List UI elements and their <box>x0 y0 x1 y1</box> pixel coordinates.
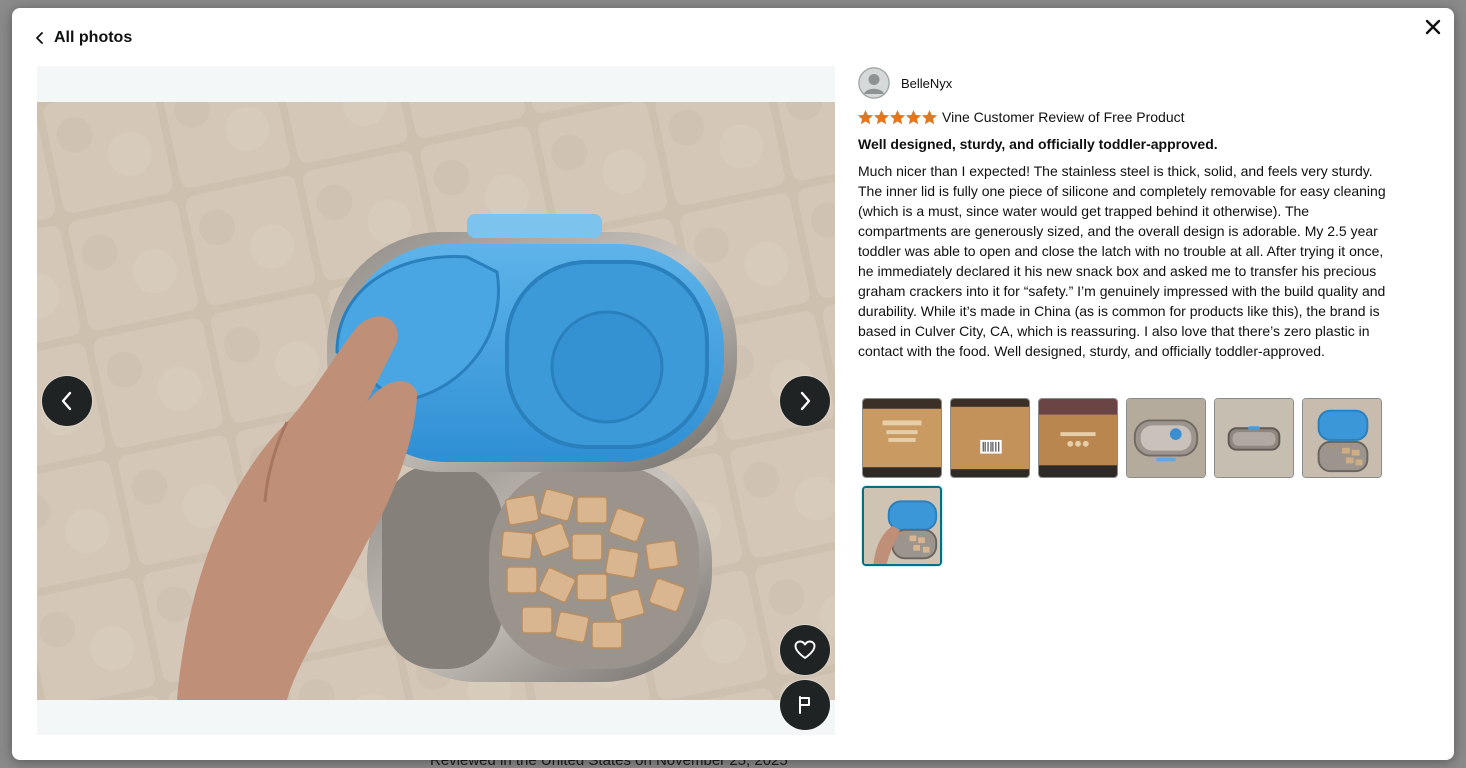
review-panel: BelleNyx Vine Customer Review of Free Pr… <box>858 66 1398 361</box>
star-icon <box>906 109 921 124</box>
vine-review-label: Vine Customer Review of Free Product <box>942 109 1185 125</box>
avatar <box>858 67 890 99</box>
review-headline: Well designed, sturdy, and officially to… <box>858 136 1218 152</box>
report-flag-button[interactable] <box>780 680 830 730</box>
thumbnail-4[interactable] <box>1126 398 1206 478</box>
reviewer-profile[interactable]: BelleNyx <box>858 66 1398 100</box>
thumbnail-7-selected[interactable] <box>862 486 942 566</box>
thumbnail-strip <box>862 398 1390 566</box>
all-photos-label: All photos <box>54 29 133 46</box>
all-photos-back-link[interactable]: All photos <box>34 26 132 50</box>
flag-icon <box>799 696 810 714</box>
heart-icon <box>794 640 816 659</box>
review-body: Much nicer than I expected! The stainles… <box>858 163 1386 359</box>
reviewer-name: BelleNyx <box>901 75 953 91</box>
star-icon <box>858 109 873 124</box>
thumbnail-1[interactable] <box>862 398 942 478</box>
helpful-heart-button[interactable] <box>780 625 830 675</box>
star-icon <box>874 109 889 124</box>
photo-viewer <box>37 66 835 735</box>
thumbnail-2[interactable] <box>950 398 1030 478</box>
photo-review-modal: All photos BelleNyx Vine Customer Review… <box>12 8 1454 760</box>
star-icon <box>922 109 937 124</box>
chevron-left-icon <box>61 391 72 411</box>
thumbnail-6[interactable] <box>1302 398 1382 478</box>
rating-row: Vine Customer Review of Free Product <box>858 107 1398 127</box>
next-photo-button[interactable] <box>780 376 830 426</box>
star-rating <box>858 109 937 125</box>
chevron-right-icon <box>800 391 811 411</box>
thumbnail-3[interactable] <box>1038 398 1118 478</box>
close-icon <box>1425 19 1441 35</box>
star-icon <box>890 109 905 124</box>
lunch-box-photo <box>37 102 835 700</box>
thumbnail-5[interactable] <box>1214 398 1294 478</box>
previous-photo-button[interactable] <box>42 376 92 426</box>
chevron-left-icon <box>36 32 43 44</box>
avatar-person-icon <box>858 67 890 99</box>
close-button[interactable] <box>1422 16 1444 38</box>
